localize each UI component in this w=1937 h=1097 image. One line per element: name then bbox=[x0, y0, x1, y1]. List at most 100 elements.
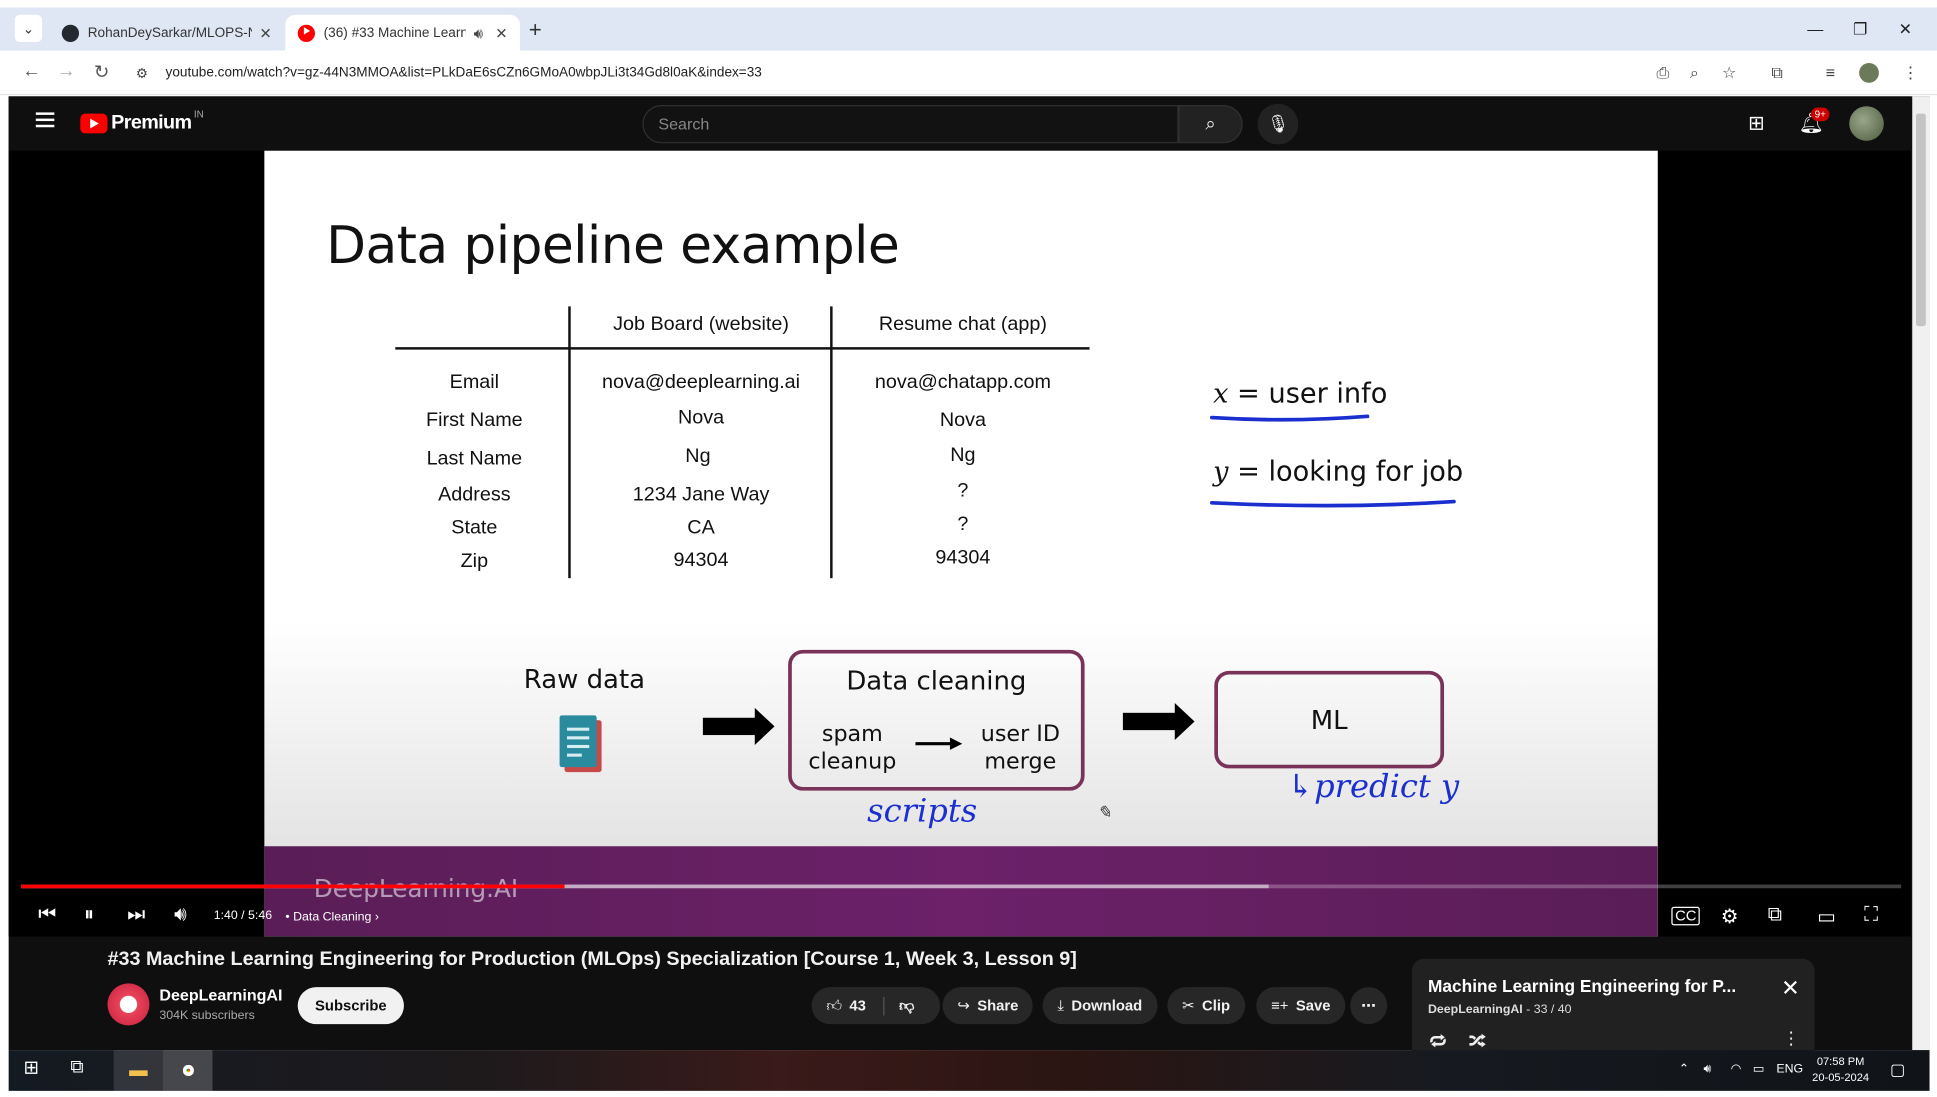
region-code: IN bbox=[193, 108, 204, 120]
settings-gear-icon[interactable]: ⚙ bbox=[1721, 904, 1739, 929]
hamburger-menu-icon[interactable] bbox=[35, 112, 55, 128]
arrow-right-icon bbox=[702, 707, 775, 745]
browser-tab-bar: ⌄ RohanDeySarkar/MLOPS-Notes ✕ (36) #33 … bbox=[0, 0, 1937, 52]
file-explorer-icon[interactable]: ▬ bbox=[113, 1050, 164, 1091]
url-text: youtube.com/watch?v=gz-44N3MMOA&list=PLk… bbox=[165, 65, 762, 81]
subscribe-button[interactable]: Subscribe bbox=[297, 987, 404, 1025]
data-cleaning-box: Data cleaning spam cleanup user ID merge bbox=[788, 649, 1085, 791]
forward-icon[interactable]: → bbox=[57, 61, 76, 82]
progress-bar[interactable] bbox=[21, 884, 1902, 889]
account-avatar[interactable] bbox=[1849, 106, 1884, 141]
media-icon[interactable]: ≡ bbox=[1826, 63, 1835, 82]
url-field[interactable]: ⚙ youtube.com/watch?v=gz-44N3MMOA&list=P… bbox=[128, 57, 1635, 89]
share-button[interactable]: ↪ Share bbox=[942, 987, 1034, 1025]
search-input[interactable]: Search bbox=[642, 105, 1179, 144]
cleanup-label: cleanup bbox=[808, 748, 897, 775]
notifications-icon[interactable]: ▢ bbox=[1890, 1060, 1905, 1080]
subscriber-count: 304K subscribers bbox=[159, 1009, 255, 1023]
tray-volume-icon[interactable]: 🔊︎ bbox=[1703, 1062, 1711, 1076]
miniplayer-icon[interactable]: ⧉ bbox=[1768, 904, 1782, 926]
like-button[interactable]: 👍︎ 43 bbox=[826, 996, 865, 1015]
menu-icon[interactable]: ⋮ bbox=[1902, 63, 1918, 83]
scrollbar-thumb[interactable] bbox=[1915, 113, 1926, 327]
playlist-panel: Machine Learning Engineering for P... De… bbox=[1411, 958, 1815, 1058]
video-player[interactable]: Data pipeline example Job Board (website… bbox=[8, 150, 1912, 937]
more-actions-icon[interactable]: ⋯ bbox=[1350, 987, 1388, 1025]
page-scrollbar[interactable] bbox=[1912, 96, 1930, 1051]
language-indicator[interactable]: ENG bbox=[1776, 1062, 1803, 1076]
chrome-icon[interactable] bbox=[163, 1050, 213, 1091]
pen-cursor-icon: ✎ bbox=[1096, 803, 1112, 823]
channel-avatar[interactable] bbox=[107, 983, 150, 1026]
like-count: 43 bbox=[849, 996, 866, 1014]
played-bar bbox=[21, 884, 565, 889]
video-frame: Data pipeline example Job Board (website… bbox=[264, 150, 1658, 937]
notification-badge: 9+ bbox=[1810, 107, 1830, 122]
taskbar-clock[interactable]: 07:58 PM 20-05-2024 bbox=[1812, 1054, 1869, 1086]
youtube-icon bbox=[297, 24, 316, 43]
close-window-icon[interactable]: ✕ bbox=[1899, 20, 1912, 40]
task-view-icon[interactable]: ⧉ bbox=[70, 1056, 83, 1077]
channel-name[interactable]: DeepLearningAI bbox=[159, 986, 282, 1005]
like-dislike-group: 👍︎ 43 👎︎ bbox=[811, 987, 941, 1025]
close-tab-icon[interactable]: ✕ bbox=[495, 25, 507, 42]
previous-icon[interactable]: ⏮︎ bbox=[38, 904, 56, 926]
pause-icon[interactable]: ⏸︎ bbox=[84, 904, 94, 926]
theater-mode-icon[interactable]: ▭ bbox=[1817, 904, 1836, 929]
ml-label: ML bbox=[1310, 705, 1348, 736]
speaker-icon[interactable]: 🔊︎ bbox=[474, 24, 483, 43]
next-icon[interactable]: ⏭︎ bbox=[127, 904, 145, 926]
microphone-icon[interactable]: 🎙︎ bbox=[1257, 103, 1299, 145]
youtube-page: Premium IN Search ⌕ 🎙︎ ⊞ 🔔︎ 9+ Data pipe… bbox=[8, 96, 1930, 1058]
fullscreen-icon[interactable]: ⛶ bbox=[1864, 904, 1878, 926]
arrow-right-icon bbox=[1122, 702, 1195, 741]
back-icon[interactable]: ← bbox=[22, 61, 41, 82]
site-info-icon[interactable]: ⚙ bbox=[136, 65, 161, 81]
clip-button[interactable]: ✂ Clip bbox=[1167, 987, 1245, 1025]
tray-battery-icon[interactable]: ▭ bbox=[1753, 1062, 1765, 1076]
playlist-position: - 33 / 40 bbox=[1526, 1003, 1572, 1017]
tray-wifi-icon[interactable]: ◠ bbox=[1731, 1062, 1742, 1076]
zoom-icon[interactable]: ⌕ bbox=[1690, 63, 1699, 83]
create-icon[interactable]: ⊞ bbox=[1748, 111, 1765, 136]
bookmark-star-icon[interactable]: ☆ bbox=[1722, 63, 1736, 83]
clock-date: 20-05-2024 bbox=[1812, 1071, 1870, 1084]
small-arrow-icon bbox=[915, 737, 963, 750]
volume-icon[interactable]: 🔊︎ bbox=[174, 904, 186, 926]
document-icon bbox=[559, 715, 602, 773]
tray-expand-icon[interactable]: ⌃ bbox=[1679, 1062, 1689, 1076]
extensions-icon[interactable]: ⧉ bbox=[1771, 63, 1782, 83]
youtube-header: Premium IN Search ⌕ 🎙︎ ⊞ 🔔︎ 9+ bbox=[8, 96, 1912, 151]
restore-icon[interactable]: ❐ bbox=[1853, 20, 1867, 40]
tab-youtube[interactable]: (36) #33 Machine Learning 🔊︎ ✕ bbox=[285, 14, 521, 52]
captions-icon[interactable]: CC bbox=[1671, 906, 1701, 926]
windows-start-icon[interactable]: ⊞ bbox=[23, 1056, 39, 1079]
tab-title: (36) #33 Machine Learning bbox=[323, 25, 467, 41]
merge-label: merge bbox=[984, 748, 1057, 775]
tab-search-icon[interactable]: ⌄ bbox=[14, 14, 43, 43]
playlist-add-icon: ≡+ bbox=[1271, 996, 1289, 1015]
raw-data-label: Raw data bbox=[523, 664, 646, 695]
reload-icon[interactable]: ↻ bbox=[94, 61, 110, 83]
youtube-logo[interactable]: Premium IN bbox=[80, 108, 204, 134]
save-button[interactable]: ≡+ Save bbox=[1256, 987, 1346, 1025]
install-icon[interactable]: ⎙ bbox=[1657, 63, 1670, 83]
playlist-menu-icon[interactable]: ⋮ bbox=[1783, 1028, 1800, 1049]
chapter-link[interactable]: • Data Cleaning › bbox=[285, 910, 379, 924]
tab-github[interactable]: RohanDeySarkar/MLOPS-Notes ✕ bbox=[49, 15, 284, 51]
new-tab-icon[interactable]: + bbox=[529, 17, 542, 43]
share-label: Share bbox=[977, 996, 1019, 1015]
minimize-icon[interactable]: — bbox=[1807, 20, 1823, 39]
video-title: #33 Machine Learning Engineering for Pro… bbox=[107, 948, 1077, 970]
playlist-title[interactable]: Machine Learning Engineering for P... bbox=[1428, 976, 1736, 996]
share-icon: ↪ bbox=[957, 996, 970, 1015]
close-tab-icon[interactable]: ✕ bbox=[259, 24, 271, 41]
github-icon bbox=[61, 24, 80, 42]
search-icon[interactable]: ⌕ bbox=[1178, 105, 1243, 144]
playlist-meta: DeepLearningAI - 33 / 40 bbox=[1428, 1003, 1572, 1017]
dislike-button[interactable]: 👎︎ bbox=[883, 996, 914, 1015]
close-playlist-icon[interactable]: ✕ bbox=[1781, 976, 1800, 1002]
youtube-play-icon bbox=[80, 113, 108, 134]
download-button[interactable]: ⤓ Download bbox=[1042, 987, 1158, 1025]
profile-avatar[interactable] bbox=[1859, 63, 1879, 83]
